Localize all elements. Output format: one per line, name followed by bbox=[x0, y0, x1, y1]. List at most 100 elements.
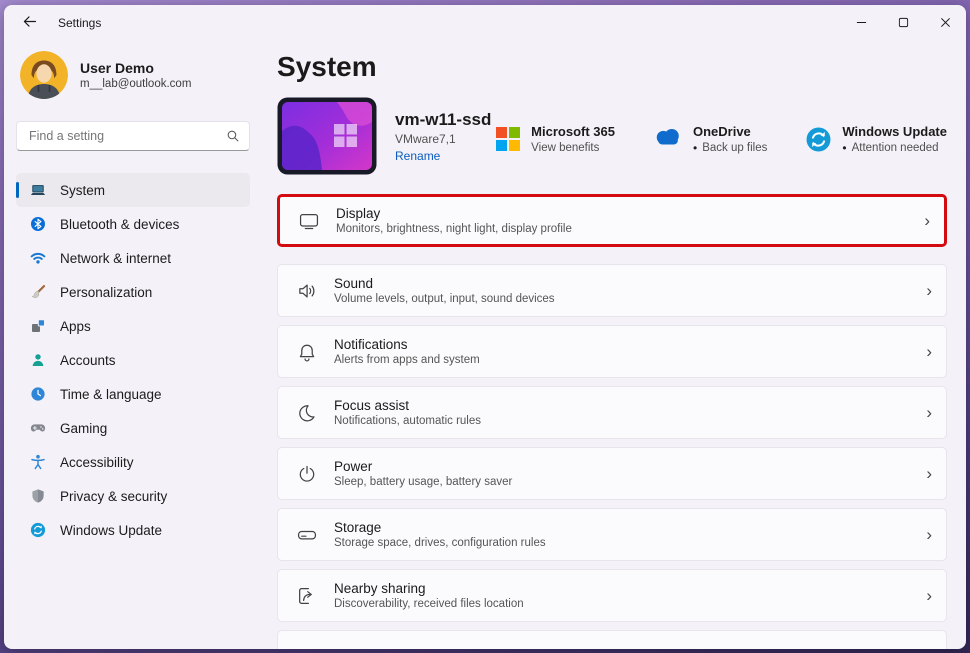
status-bullet: • bbox=[692, 141, 698, 155]
tile-text: Windows Update • Attention needed bbox=[842, 124, 947, 154]
tile-subtitle: View benefits bbox=[531, 142, 600, 154]
window-title: Settings bbox=[58, 16, 102, 30]
close-button[interactable] bbox=[924, 5, 966, 41]
sidebar-item-label: System bbox=[60, 182, 106, 198]
windows-update-icon bbox=[30, 522, 46, 538]
status-tile-microsoft-365[interactable]: Microsoft 365 View benefits bbox=[495, 124, 615, 154]
tile-subtitle: • Attention needed bbox=[842, 141, 939, 155]
close-icon bbox=[940, 16, 951, 31]
settings-row-multitasking[interactable]: Multitasking› bbox=[277, 630, 947, 649]
row-title: Notifications bbox=[334, 337, 408, 352]
notifications-icon bbox=[296, 341, 318, 363]
search-box bbox=[16, 121, 250, 151]
personalization-icon bbox=[30, 284, 46, 300]
settings-row-nearby-sharing[interactable]: Nearby sharing Discoverability, received … bbox=[277, 569, 947, 622]
back-button[interactable] bbox=[12, 10, 46, 36]
user-profile: User Demo m__lab@outlook.com bbox=[20, 51, 246, 99]
settings-window: Settings User Demo m__lab@outlook.com Fi… bbox=[4, 5, 966, 649]
avatar bbox=[20, 51, 68, 99]
sidebar-item-apps[interactable]: Apps bbox=[16, 309, 250, 343]
row-subtitle: Discoverability, received files location bbox=[334, 598, 524, 610]
chevron-right-icon: › bbox=[926, 525, 932, 544]
window-controls bbox=[840, 5, 966, 41]
power-icon bbox=[296, 463, 318, 485]
device-header: vm-w11-ssd VMware7,1 Rename Microsoft 36… bbox=[277, 97, 947, 175]
minimize-button[interactable] bbox=[840, 5, 882, 41]
row-subtitle: Monitors, brightness, night light, displ… bbox=[336, 223, 572, 235]
row-title: Nearby sharing bbox=[334, 581, 426, 596]
settings-row-power[interactable]: Power Sleep, battery usage, battery saver… bbox=[277, 447, 947, 500]
settings-row-storage[interactable]: Storage Storage space, drives, configurat… bbox=[277, 508, 947, 561]
chevron-right-icon: › bbox=[924, 211, 930, 230]
row-subtitle: Notifications, automatic rules bbox=[334, 415, 482, 427]
time-language-icon bbox=[30, 386, 46, 402]
sidebar-item-gaming[interactable]: Gaming bbox=[16, 411, 250, 445]
sidebar-item-bluetooth-and-devices[interactable]: Bluetooth & devices bbox=[16, 207, 250, 241]
focus-assist-icon bbox=[296, 402, 318, 424]
title-bar: Settings bbox=[4, 5, 966, 41]
maximize-button[interactable] bbox=[882, 5, 924, 41]
onedrive-cloud-icon bbox=[653, 126, 683, 146]
settings-row-notifications[interactable]: Notifications Alerts from apps and system… bbox=[277, 325, 947, 378]
tile-title: Microsoft 365 bbox=[531, 124, 615, 139]
status-tile-onedrive[interactable]: OneDrive • Back up files bbox=[653, 124, 767, 154]
sidebar-item-label: Apps bbox=[60, 318, 91, 334]
row-subtitle: Storage space, drives, configuration rul… bbox=[334, 537, 546, 549]
row-title: Power bbox=[334, 459, 373, 474]
minimize-icon bbox=[856, 16, 867, 31]
row-text: Sound Volume levels, output, input, sound… bbox=[334, 276, 555, 305]
accounts-icon bbox=[30, 352, 46, 368]
back-arrow-icon bbox=[21, 13, 38, 33]
chevron-right-icon: › bbox=[926, 648, 932, 649]
rename-link[interactable]: Rename bbox=[395, 149, 440, 163]
settings-row-display[interactable]: Display Monitors, brightness, night light… bbox=[277, 194, 947, 247]
row-subtitle: Sleep, battery usage, battery saver bbox=[334, 476, 513, 488]
device-name: vm-w11-ssd bbox=[395, 109, 492, 129]
storage-icon bbox=[296, 524, 318, 546]
search-icon bbox=[226, 129, 240, 143]
sidebar-item-label: Personalization bbox=[60, 284, 153, 300]
row-text: Focus assist Notifications, automatic rul… bbox=[334, 398, 481, 427]
sidebar-item-accessibility[interactable]: Accessibility bbox=[16, 445, 250, 479]
row-text: Nearby sharing Discoverability, received … bbox=[334, 581, 524, 610]
sidebar-item-accounts[interactable]: Accounts bbox=[16, 343, 250, 377]
sound-icon bbox=[296, 280, 318, 302]
sidebar-nav: System Bluetooth & devices Network & inter… bbox=[16, 173, 250, 547]
chevron-right-icon: › bbox=[926, 342, 932, 361]
settings-row-sound[interactable]: Sound Volume levels, output, input, sound… bbox=[277, 264, 947, 317]
sidebar-item-network-and-internet[interactable]: Network & internet bbox=[16, 241, 250, 275]
page-title: System bbox=[277, 51, 377, 82]
row-title: Focus assist bbox=[334, 398, 410, 413]
sidebar-item-time-and-language[interactable]: Time & language bbox=[16, 377, 250, 411]
device-thumbnail bbox=[277, 97, 377, 175]
sidebar-item-personalization[interactable]: Personalization bbox=[16, 275, 250, 309]
chevron-right-icon: › bbox=[926, 464, 932, 483]
profile-name: User Demo bbox=[80, 60, 154, 76]
device-info: vm-w11-ssd VMware7,1 Rename bbox=[395, 110, 491, 163]
row-text: Power Sleep, battery usage, battery saver bbox=[334, 459, 512, 488]
sidebar-item-system[interactable]: System bbox=[16, 173, 250, 207]
selected-indicator bbox=[16, 182, 19, 198]
accessibility-icon bbox=[30, 454, 46, 470]
row-text: Display Monitors, brightness, night light… bbox=[336, 206, 572, 235]
status-bullet: • bbox=[842, 141, 847, 155]
row-title: Storage bbox=[334, 520, 382, 535]
row-text: Storage Storage space, drives, configurat… bbox=[334, 520, 546, 549]
sidebar-item-label: Accounts bbox=[60, 352, 116, 368]
settings-row-focus-assist[interactable]: Focus assist Notifications, automatic rul… bbox=[277, 386, 947, 439]
sidebar-item-privacy-and-security[interactable]: Privacy & security bbox=[16, 479, 250, 513]
row-subtitle: Alerts from apps and system bbox=[334, 354, 480, 366]
search-input[interactable] bbox=[27, 128, 226, 144]
chevron-right-icon: › bbox=[926, 281, 932, 300]
device-model: VMware7,1 bbox=[395, 131, 456, 146]
microsoft-logo-icon bbox=[495, 126, 521, 152]
tile-text: Microsoft 365 View benefits bbox=[531, 124, 615, 154]
sidebar-item-label: Accessibility bbox=[60, 454, 134, 470]
apps-icon bbox=[30, 318, 46, 334]
sidebar-item-label: Bluetooth & devices bbox=[60, 216, 180, 232]
maximize-icon bbox=[898, 16, 909, 31]
status-tile-windows-update[interactable]: Windows Update • Attention needed bbox=[805, 124, 947, 154]
gaming-icon bbox=[30, 420, 46, 436]
sidebar-item-windows-update[interactable]: Windows Update bbox=[16, 513, 250, 547]
sidebar-item-label: Privacy & security bbox=[60, 488, 168, 504]
